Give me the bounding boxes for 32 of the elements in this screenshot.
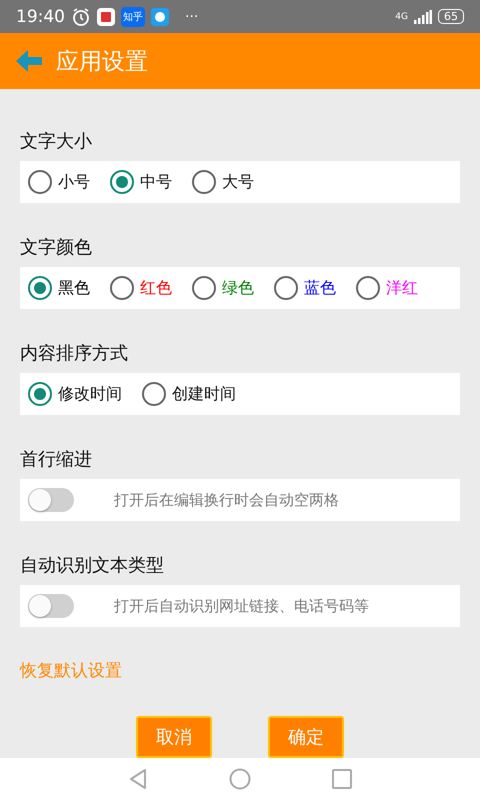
status-time: 19:40 <box>16 6 65 27</box>
back-arrow-icon[interactable] <box>16 48 42 74</box>
radio-option[interactable]: 中号 <box>110 170 176 194</box>
app-icon <box>151 8 169 26</box>
radio-option[interactable]: 修改时间 <box>28 382 126 406</box>
section-title: 文字颜色 <box>20 236 93 260</box>
radio-option[interactable]: 创建时间 <box>142 382 240 406</box>
section-title: 文字大小 <box>20 130 93 154</box>
back-icon[interactable] <box>127 768 149 790</box>
section-title: 首行缩进 <box>20 448 93 472</box>
radio-option[interactable]: 小号 <box>28 170 94 194</box>
alarm-icon <box>71 6 91 27</box>
switch-description: 打开后在编辑换行时会自动空两格 <box>114 490 339 510</box>
recents-icon[interactable] <box>331 768 353 790</box>
home-icon[interactable] <box>229 768 251 790</box>
toggle-switch[interactable] <box>28 594 74 618</box>
app-icon <box>97 8 115 26</box>
page-title: 应用设置 <box>56 48 148 77</box>
section-title: 内容排序方式 <box>20 342 129 366</box>
radio-option[interactable]: 绿色 <box>192 276 258 300</box>
app-icon: 知乎 <box>121 6 145 27</box>
radio-option[interactable]: 蓝色 <box>274 276 340 300</box>
more-notifications: ··· <box>185 8 198 25</box>
network-type: 4G <box>395 12 408 22</box>
battery-indicator: 65 <box>438 9 464 24</box>
radio-option[interactable]: 大号 <box>192 170 258 194</box>
radio-option[interactable]: 黑色 <box>28 276 94 300</box>
toggle-switch[interactable] <box>28 488 74 512</box>
signal-icon <box>414 10 432 24</box>
radio-option[interactable]: 红色 <box>110 276 176 300</box>
switch-description: 打开后自动识别网址链接、电话号码等 <box>114 596 369 616</box>
section-title: 自动识别文本类型 <box>20 554 165 578</box>
